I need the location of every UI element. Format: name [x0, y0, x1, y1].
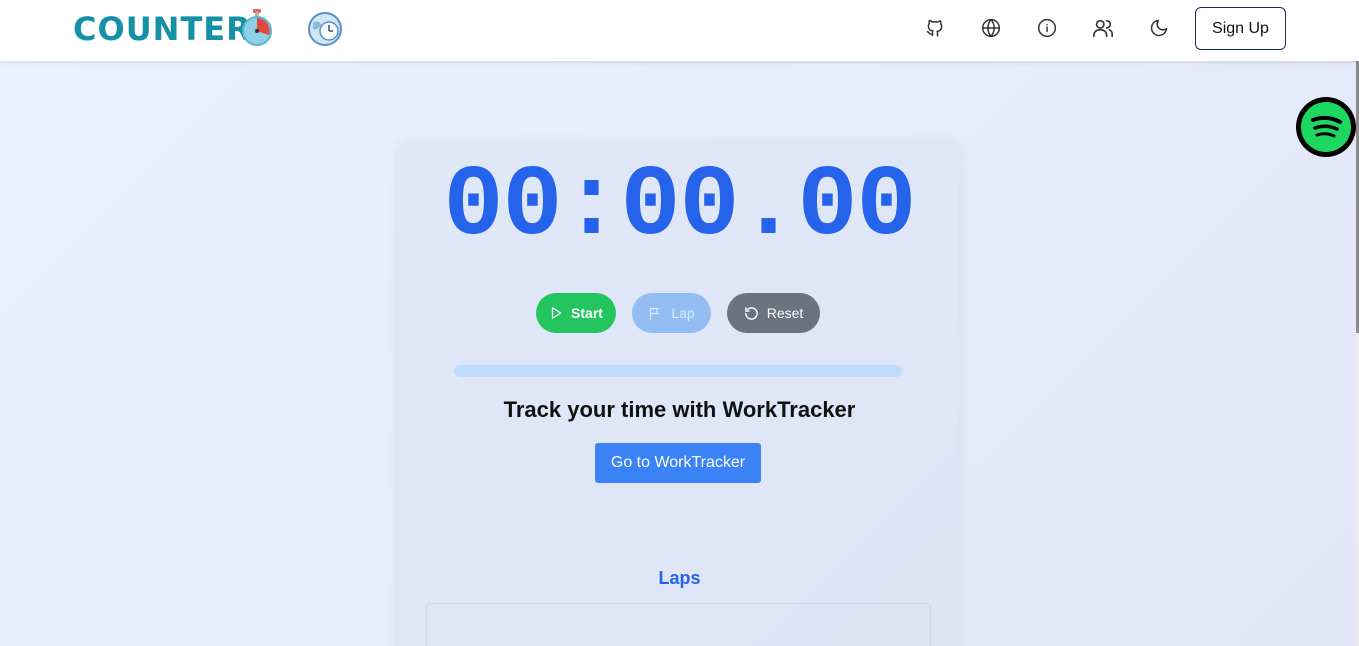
- spotify-button[interactable]: [1296, 97, 1356, 157]
- go-to-worktracker-button[interactable]: Go to WorkTracker: [595, 443, 761, 483]
- globe-icon[interactable]: [980, 17, 1002, 39]
- moon-icon[interactable]: [1148, 17, 1170, 39]
- start-label: Start: [571, 305, 603, 321]
- laps-list: [426, 603, 931, 646]
- github-icon[interactable]: [924, 17, 946, 39]
- navbar: COUNTER Sign Up: [0, 0, 1359, 61]
- reset-button[interactable]: Reset: [727, 293, 820, 333]
- laps-heading: Laps: [658, 568, 701, 588]
- spotify-icon: [1301, 102, 1351, 152]
- reset-label: Reset: [766, 305, 804, 321]
- logo[interactable]: COUNTER: [73, 9, 342, 48]
- sign-up-button[interactable]: Sign Up: [1195, 7, 1286, 50]
- clock-globe-icon: [308, 12, 342, 46]
- lap-button[interactable]: Lap: [632, 293, 711, 333]
- play-icon: [551, 307, 562, 319]
- info-icon[interactable]: [1036, 17, 1058, 39]
- stopwatch-icon: [242, 9, 272, 46]
- timer-display: 00:00.00: [443, 151, 916, 264]
- users-icon[interactable]: [1092, 17, 1114, 39]
- lap-label: Lap: [671, 305, 695, 321]
- progress-bar: [454, 365, 902, 377]
- reset-icon: [744, 306, 758, 320]
- start-button[interactable]: Start: [536, 293, 616, 333]
- worktracker-heading: Track your time with WorkTracker: [503, 397, 856, 422]
- flag-icon: [650, 307, 659, 320]
- logo-text: COUNTER: [73, 10, 252, 48]
